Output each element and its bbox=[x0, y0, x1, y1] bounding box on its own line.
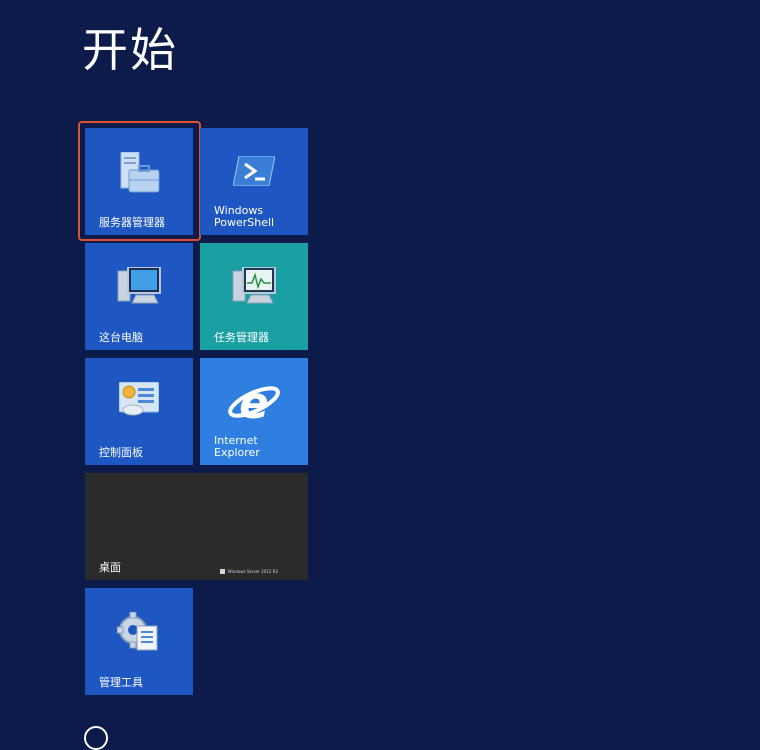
start-title: 开始 bbox=[82, 23, 178, 77]
tile-label: Windows PowerShell bbox=[214, 205, 274, 229]
computer-icon bbox=[117, 267, 161, 304]
os-version-watermark: Windows Server 2012 R2 bbox=[219, 569, 278, 574]
tile-server-manager[interactable]: 服务器管理器 bbox=[85, 128, 193, 235]
tile-label-line2: Explorer bbox=[214, 446, 260, 459]
task-manager-icon bbox=[232, 267, 276, 304]
ie-icon: e bbox=[228, 378, 280, 428]
windows-flag-icon bbox=[219, 569, 225, 574]
tile-task-manager[interactable]: 任务管理器 bbox=[200, 243, 308, 350]
tile-powershell[interactable]: Windows PowerShell bbox=[200, 128, 308, 235]
tile-desktop[interactable]: 桌面 Windows Server 2012 R2 bbox=[85, 473, 308, 580]
tile-internet-explorer[interactable]: e Internet Explorer bbox=[200, 358, 308, 465]
server-manager-icon bbox=[120, 152, 160, 193]
tile-label: 任务管理器 bbox=[214, 331, 269, 344]
tile-label: 桌面 bbox=[99, 561, 121, 574]
tile-label-line2: PowerShell bbox=[214, 216, 275, 229]
tile-label: Internet Explorer bbox=[214, 435, 260, 459]
tile-label: 这台电脑 bbox=[99, 331, 143, 344]
tile-label: 控制面板 bbox=[99, 446, 143, 459]
control-panel-icon bbox=[119, 382, 159, 416]
tile-control-panel[interactable]: 控制面板 bbox=[85, 358, 193, 465]
os-version-text: Windows Server 2012 R2 bbox=[227, 569, 278, 574]
all-apps-arrow-button[interactable] bbox=[84, 726, 108, 750]
svg-text:e: e bbox=[239, 378, 269, 428]
tile-admin-tools[interactable]: 管理工具 bbox=[85, 588, 193, 695]
admin-tools-icon bbox=[117, 612, 158, 651]
tile-label: 服务器管理器 bbox=[99, 216, 165, 229]
tile-this-pc[interactable]: 这台电脑 bbox=[85, 243, 193, 350]
tile-label: 管理工具 bbox=[99, 676, 143, 689]
powershell-icon bbox=[233, 156, 275, 186]
